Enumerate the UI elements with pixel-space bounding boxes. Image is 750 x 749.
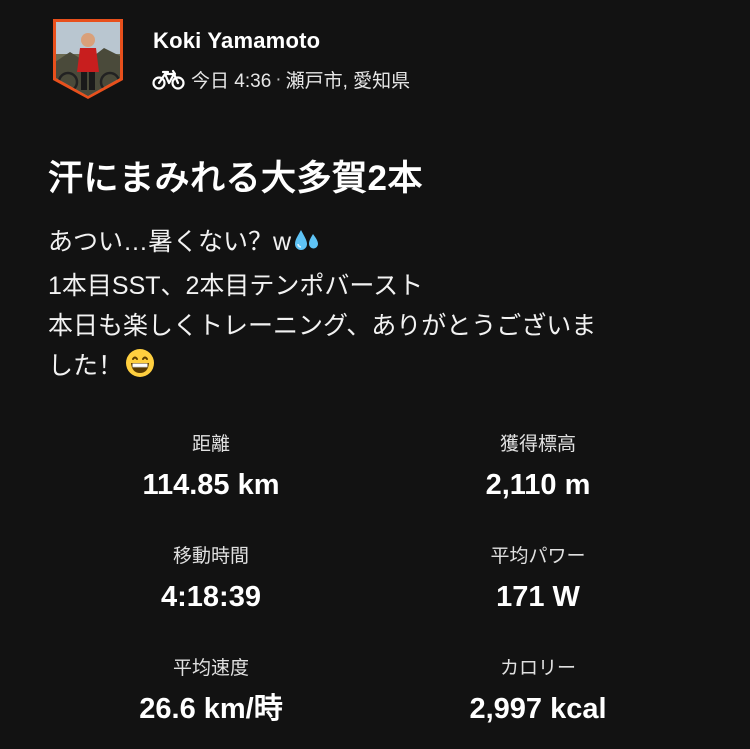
activity-header: Koki Yamamoto 今日 4:36 · 瀬戸市, 愛知県: [52, 18, 730, 102]
activity-description: あつい…暑くない？w 1本目SST、2本目テンポバースト 本日も楽しくトレーニン…: [48, 222, 708, 390]
meta-separator: ·: [275, 68, 282, 90]
stat-distance: 距離 114.85 km: [51, 432, 371, 502]
stat-average-speed: 平均速度 26.6 km/時: [51, 656, 371, 726]
description-line: あつい…暑くない？w: [48, 222, 708, 266]
stat-value: 2,997 kcal: [469, 693, 607, 725]
stat-average-power: 平均パワー 171 W: [378, 544, 698, 614]
activity-time: 今日 4:36: [191, 71, 272, 92]
athlete-name[interactable]: Koki Yamamoto: [153, 28, 320, 54]
stat-label: 移動時間: [172, 546, 249, 567]
avatar[interactable]: [52, 18, 124, 100]
grinning-face-emoji-icon: [125, 348, 155, 390]
stat-value: 171 W: [496, 581, 580, 613]
sweat-droplets-emoji-icon: [293, 226, 321, 266]
description-line: 本日も楽しくトレーニング、ありがとうございま: [48, 312, 597, 340]
bike-icon: [152, 69, 185, 91]
stat-value: 4:18:39: [161, 581, 261, 613]
stat-moving-time: 移動時間 4:18:39: [51, 544, 371, 614]
stat-label: カロリー: [499, 658, 576, 679]
description-line: 1本目SST、2本目テンポバースト: [48, 272, 424, 300]
stat-value: 114.85 km: [142, 469, 280, 501]
stat-value: 26.6 km/時: [139, 693, 283, 725]
activity-title[interactable]: 汗にまみれる大多賀2本: [48, 150, 423, 201]
stat-label: 距離: [191, 434, 230, 455]
activity-location: 瀬戸市, 愛知県: [285, 71, 411, 92]
description-line: した！: [48, 346, 708, 390]
stat-label: 平均速度: [172, 658, 249, 679]
stat-elevation-gain: 獲得標高 2,110 m: [378, 432, 698, 502]
stat-calories: カロリー 2,997 kcal: [378, 656, 698, 726]
stat-label: 平均パワー: [490, 546, 586, 567]
stat-value: 2,110 m: [485, 469, 591, 501]
activity-meta: 今日 4:36 · 瀬戸市, 愛知県: [152, 66, 410, 93]
stat-label: 獲得標高: [499, 434, 576, 455]
avatar-badge-icon: [53, 19, 123, 99]
